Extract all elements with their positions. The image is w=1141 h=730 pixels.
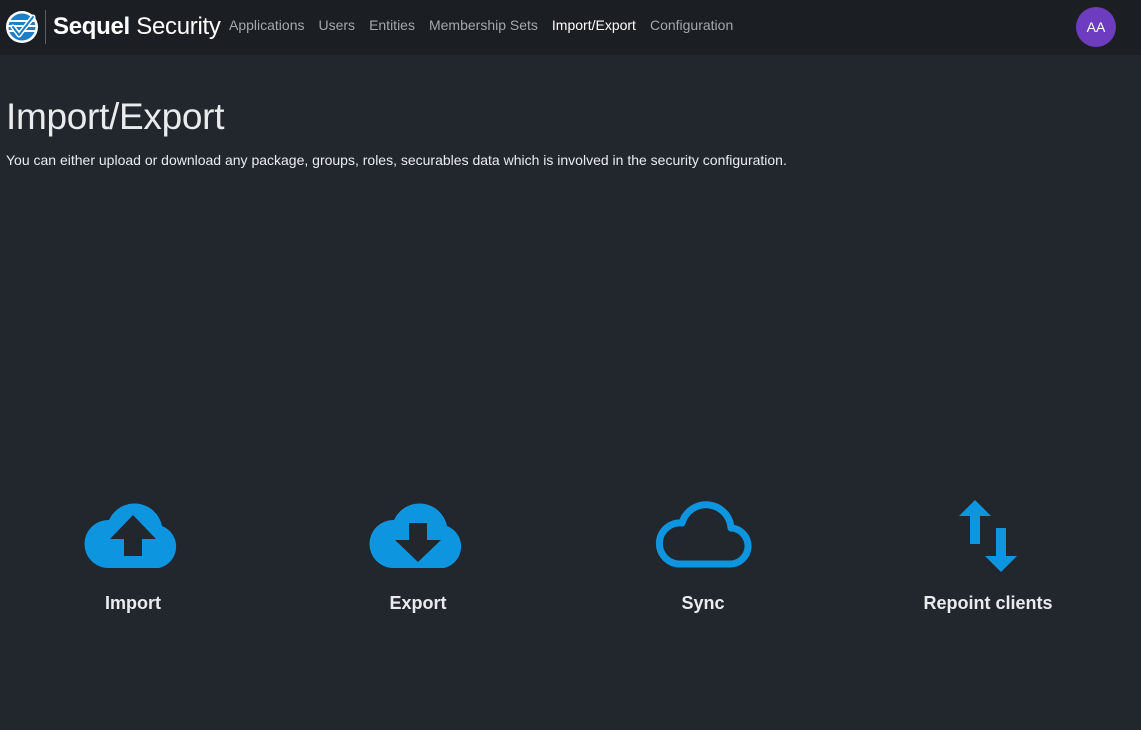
- nav-item-membership-sets[interactable]: Membership Sets: [429, 17, 538, 33]
- user-avatar[interactable]: AA: [1076, 7, 1116, 47]
- repoint-clients-label: Repoint clients: [923, 593, 1053, 613]
- brand[interactable]: Sequel Security: [5, 9, 221, 45]
- swap-arrows-icon: [959, 500, 1017, 572]
- nav-item-configuration[interactable]: Configuration: [650, 17, 733, 33]
- import-action[interactable]: Import: [23, 496, 243, 626]
- nav-item-users[interactable]: Users: [319, 17, 356, 33]
- export-label: Export: [389, 593, 447, 613]
- brand-name: Sequel Security: [53, 13, 221, 41]
- brand-name-bold: Sequel: [53, 13, 130, 40]
- export-action[interactable]: Export: [308, 496, 528, 626]
- brand-name-light: Security: [129, 13, 221, 40]
- sync-action[interactable]: Sync: [593, 496, 813, 626]
- nav-item-applications[interactable]: Applications: [229, 17, 305, 33]
- cloud-upload-icon: [84, 503, 177, 568]
- sync-label: Sync: [681, 593, 725, 613]
- import-label: Import: [105, 593, 161, 613]
- checkmark-globe-icon: [6, 11, 38, 43]
- cloud-download-icon: [369, 503, 462, 568]
- page-title: Import/Export: [6, 96, 225, 137]
- repoint-clients-action[interactable]: Repoint clients: [878, 496, 1098, 626]
- brand-divider: [45, 10, 46, 44]
- top-navbar: Sequel Security Applications Users Entit…: [0, 0, 1141, 55]
- nav-item-entities[interactable]: Entities: [369, 17, 415, 33]
- main-nav: Applications Users Entities Membership S…: [229, 17, 747, 33]
- cloud-outline-icon: [655, 501, 752, 568]
- page-description: You can either upload or download any pa…: [6, 152, 787, 168]
- nav-item-import-export[interactable]: Import/Export: [552, 17, 636, 33]
